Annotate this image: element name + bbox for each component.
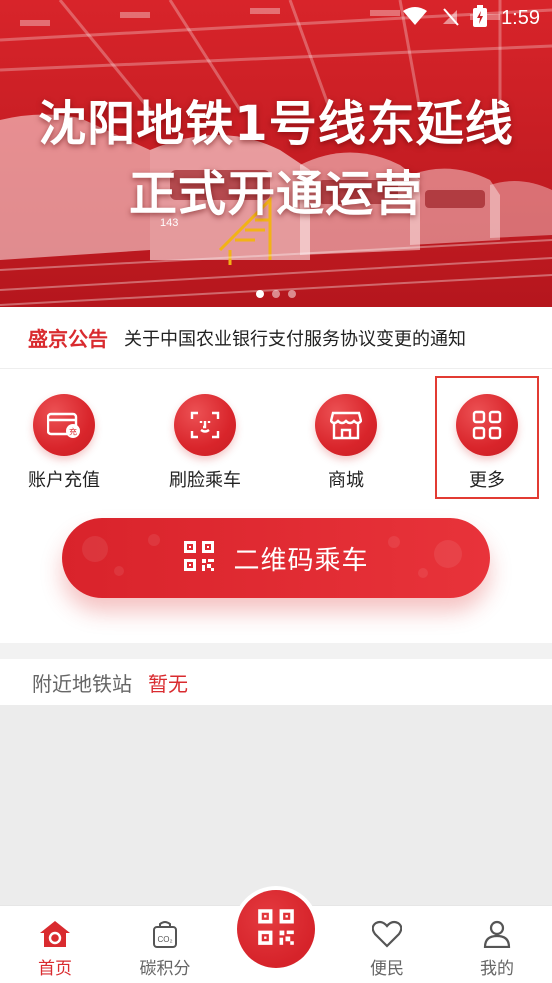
quick-item-recharge[interactable]: 充 账户充值 <box>14 394 114 492</box>
decor-bubble <box>434 540 462 568</box>
banner-carousel[interactable]: 143 1:59 沈阳地铁1号线东延线 正式开通运营 <box>0 0 552 307</box>
carousel-dot[interactable] <box>272 290 280 298</box>
banner-headline-line1: 沈阳地铁1号线东延线 <box>38 96 514 152</box>
nearby-station-area <box>0 705 552 905</box>
quick-item-label: 账户充值 <box>28 470 100 491</box>
decor-bubble <box>148 534 160 546</box>
status-bar: 1:59 <box>352 0 552 36</box>
shop-icon <box>315 394 377 456</box>
selection-highlight <box>435 376 539 499</box>
quick-item-shop[interactable]: 商城 <box>296 394 396 492</box>
tab-label: 首页 <box>38 959 72 979</box>
app-screen: 143 1:59 沈阳地铁1号线东延线 正式开通运营 盛京公告 关于中国农业银行… <box>0 0 552 983</box>
announcement-text[interactable]: 关于中国农业银行支付服务协议变更的通知 <box>124 325 466 351</box>
carousel-dot[interactable] <box>256 290 264 298</box>
card-recharge-icon: 充 <box>33 394 95 456</box>
tab-label: 我的 <box>480 959 514 979</box>
quick-item-label: 商城 <box>328 470 364 491</box>
svg-text:充: 充 <box>69 427 77 437</box>
decor-bubble <box>114 566 124 576</box>
tab-label: 便民 <box>370 959 404 979</box>
banner-headline-line2: 正式开通运营 <box>128 166 423 222</box>
decor-bubble <box>388 536 400 548</box>
announcement-bar[interactable]: 盛京公告 关于中国农业银行支付服务协议变更的通知 <box>0 307 552 369</box>
qr-ride-label: 二维码乘车 <box>233 545 369 576</box>
decor-bubble <box>418 568 428 578</box>
home-icon <box>39 921 71 952</box>
carousel-indicator <box>0 290 552 298</box>
tab-services[interactable]: 便民 <box>342 920 432 979</box>
section-divider <box>0 643 552 659</box>
decor-bubble <box>82 536 108 562</box>
nearby-station-value: 暂无 <box>148 671 188 696</box>
tab-center-qr-button[interactable] <box>237 890 315 968</box>
wifi-icon <box>403 6 428 30</box>
quick-item-face-ride[interactable]: 刷脸乘车 <box>155 394 255 492</box>
svg-text:CO₂: CO₂ <box>157 935 172 944</box>
quick-item-label: 刷脸乘车 <box>169 470 241 491</box>
face-scan-icon <box>174 394 236 456</box>
tab-label: 碳积分 <box>139 959 191 979</box>
qr-ride-button[interactable]: 二维码乘车 <box>62 518 490 598</box>
qr-code-icon <box>257 908 295 950</box>
person-icon <box>483 920 511 952</box>
status-time: 1:59 <box>501 6 540 29</box>
announcement-label: 盛京公告 <box>28 327 108 351</box>
co2-bag-icon: CO₂ <box>151 921 179 952</box>
heart-icon <box>371 920 403 952</box>
tab-home[interactable]: 首页 <box>10 920 100 979</box>
nearby-station-bar: 附近地铁站 暂无 <box>0 659 552 705</box>
tab-carbon-points[interactable]: CO₂ 碳积分 <box>120 920 210 979</box>
tab-mine[interactable]: 我的 <box>452 920 542 979</box>
qr-code-icon <box>183 540 215 576</box>
battery-icon <box>473 5 488 31</box>
carousel-dot[interactable] <box>288 290 296 298</box>
no-signal-icon <box>441 6 459 30</box>
nearby-station-label: 附近地铁站 <box>32 671 132 696</box>
